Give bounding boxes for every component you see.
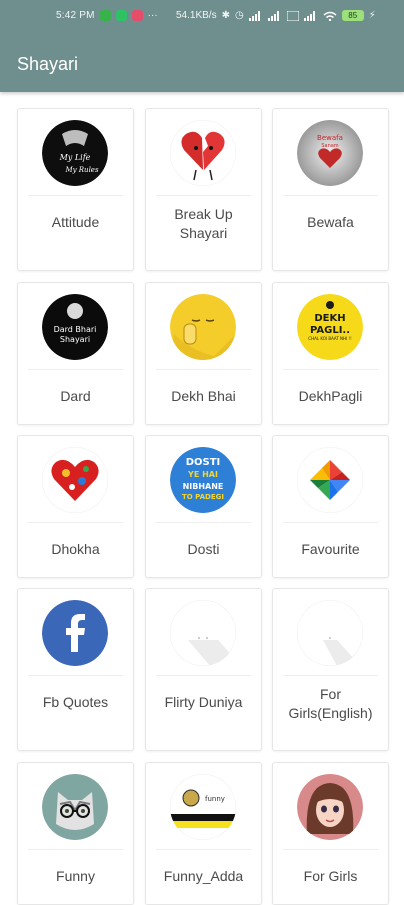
status-left: 5:42 PM ··· xyxy=(56,10,158,21)
placeholder-icon xyxy=(170,600,236,666)
charging-icon: ⚡ xyxy=(368,9,376,21)
category-label: For Girls xyxy=(303,868,358,884)
category-card-break-up-shayari[interactable]: Break Up Shayari xyxy=(145,108,262,271)
category-label: Dard xyxy=(60,388,91,404)
card-divider xyxy=(283,195,378,196)
dosti-icon: DOSTI YE HAI NIBHANE TO PADEGI xyxy=(170,447,236,513)
my-rules-text: My Rules xyxy=(64,166,99,174)
whatsapp-icon xyxy=(115,10,127,21)
signal-icon xyxy=(248,10,260,21)
bluetooth-icon: ✱ xyxy=(221,9,230,21)
dosti-line4-text: TO PADEGI xyxy=(182,493,224,501)
wifi-icon xyxy=(323,11,337,21)
card-divider xyxy=(283,369,378,370)
category-label: Favourite xyxy=(301,541,360,557)
category-label: Attitude xyxy=(51,214,100,230)
card-divider xyxy=(28,369,123,370)
category-card-fb-quotes[interactable]: Fb Quotes xyxy=(17,588,134,751)
volte-icon xyxy=(286,10,299,21)
funny-adda-icon: funny xyxy=(170,774,236,840)
dekh-line2-text: PAGLI.. xyxy=(310,325,350,336)
pinwheel-icon xyxy=(297,447,363,513)
card-divider xyxy=(283,522,378,523)
category-card-for-girls[interactable]: For Girls xyxy=(272,762,389,905)
card-divider xyxy=(28,195,123,196)
dard-line2-text: Shayari xyxy=(60,335,90,344)
card-divider xyxy=(156,195,251,196)
card-divider xyxy=(283,675,378,676)
dard-icon: Dard Bhari Shayari xyxy=(42,294,108,360)
dekh-bhai-emoji-icon xyxy=(170,294,236,360)
cat-icon xyxy=(42,774,108,840)
category-card-dekhpagli[interactable]: DEKH PAGLI.. CHAL KOI BAAT NHI !! DekhPa… xyxy=(272,282,389,425)
category-card-funny[interactable]: Funny xyxy=(17,762,134,905)
category-card-attitude[interactable]: My Life My Rules Attitude xyxy=(17,108,134,271)
category-card-dosti[interactable]: DOSTI YE HAI NIBHANE TO PADEGI Dosti xyxy=(145,435,262,578)
attitude-icon: My Life My Rules xyxy=(42,120,108,186)
funny-adda-text: funny xyxy=(205,795,225,803)
app-title: Shayari xyxy=(17,54,79,74)
category-label: DekhPagli xyxy=(298,388,363,404)
category-card-dard[interactable]: Dard Bhari Shayari Dard xyxy=(17,282,134,425)
category-label: Dekh Bhai xyxy=(171,388,236,404)
placeholder-icon xyxy=(297,600,363,666)
category-grid: My Life My Rules Attitude Break Up Shaya… xyxy=(0,92,404,905)
girl-portrait-icon xyxy=(297,774,363,840)
dhokha-heart-icon xyxy=(42,447,108,513)
card-divider xyxy=(156,522,251,523)
facebook-icon xyxy=(42,600,108,666)
dosti-line1-text: DOSTI xyxy=(186,457,221,468)
card-divider xyxy=(283,849,378,850)
signal-icon-2 xyxy=(267,10,279,21)
my-life-text: My Life xyxy=(59,153,91,162)
category-card-bewafa[interactable]: Bewafa Sanam Bewafa xyxy=(272,108,389,271)
card-divider xyxy=(156,369,251,370)
signal-icon-3 xyxy=(303,10,315,21)
bewafa-top-text: Bewafa xyxy=(317,134,343,142)
card-divider xyxy=(28,522,123,523)
app-bar: Shayari xyxy=(0,34,404,92)
category-label: Flirty Duniya xyxy=(164,694,243,710)
dekh-line1-text: DEKH xyxy=(314,313,345,324)
category-label: Fb Quotes xyxy=(42,694,109,710)
notification-icon xyxy=(99,10,111,21)
category-label: Dhokha xyxy=(51,541,100,557)
network-speed: 54.1KB/s xyxy=(176,9,217,21)
app-notification-icon xyxy=(131,10,143,21)
battery-icon: 85 xyxy=(341,10,364,21)
alarm-icon: ◷ xyxy=(234,9,244,21)
category-label: Dosti xyxy=(187,541,220,557)
broken-heart-icon xyxy=(170,120,236,186)
more-notifications-icon: ··· xyxy=(147,9,158,21)
category-label: For Girls(English) xyxy=(288,686,373,721)
dekh-pagli-icon: DEKH PAGLI.. CHAL KOI BAAT NHI !! xyxy=(297,294,363,360)
dosti-line2-text: YE HAI xyxy=(187,470,218,479)
category-label: Break Up Shayari xyxy=(174,206,233,241)
card-divider xyxy=(156,849,251,850)
card-divider xyxy=(28,849,123,850)
category-card-flirty-duniya[interactable]: Flirty Duniya xyxy=(145,588,262,751)
category-card-for-girls-english[interactable]: For Girls(English) xyxy=(272,588,389,751)
bewafa-sub-text: Sanam xyxy=(321,143,338,149)
dosti-line3-text: NIBHANE xyxy=(183,482,224,491)
card-divider xyxy=(156,675,251,676)
status-bar: 5:42 PM ··· 54.1KB/s ✱ ◷ 85 ⚡ xyxy=(0,0,404,34)
dard-line1-text: Dard Bhari xyxy=(54,325,97,334)
category-card-dhokha[interactable]: Dhokha xyxy=(17,435,134,578)
status-right: 54.1KB/s ✱ ◷ 85 ⚡ xyxy=(176,10,376,21)
card-divider xyxy=(28,675,123,676)
category-card-dekh-bhai[interactable]: Dekh Bhai xyxy=(145,282,262,425)
category-label: Funny_Adda xyxy=(163,868,244,884)
dekh-line3-text: CHAL KOI BAAT NHI !! xyxy=(308,336,351,341)
status-time: 5:42 PM xyxy=(56,10,95,21)
bewafa-icon: Bewafa Sanam xyxy=(297,120,363,186)
category-card-favourite[interactable]: Favourite xyxy=(272,435,389,578)
category-label: Bewafa xyxy=(307,214,354,230)
category-label: Funny xyxy=(56,868,95,884)
category-card-funny-adda[interactable]: funny Funny_Adda xyxy=(145,762,262,905)
